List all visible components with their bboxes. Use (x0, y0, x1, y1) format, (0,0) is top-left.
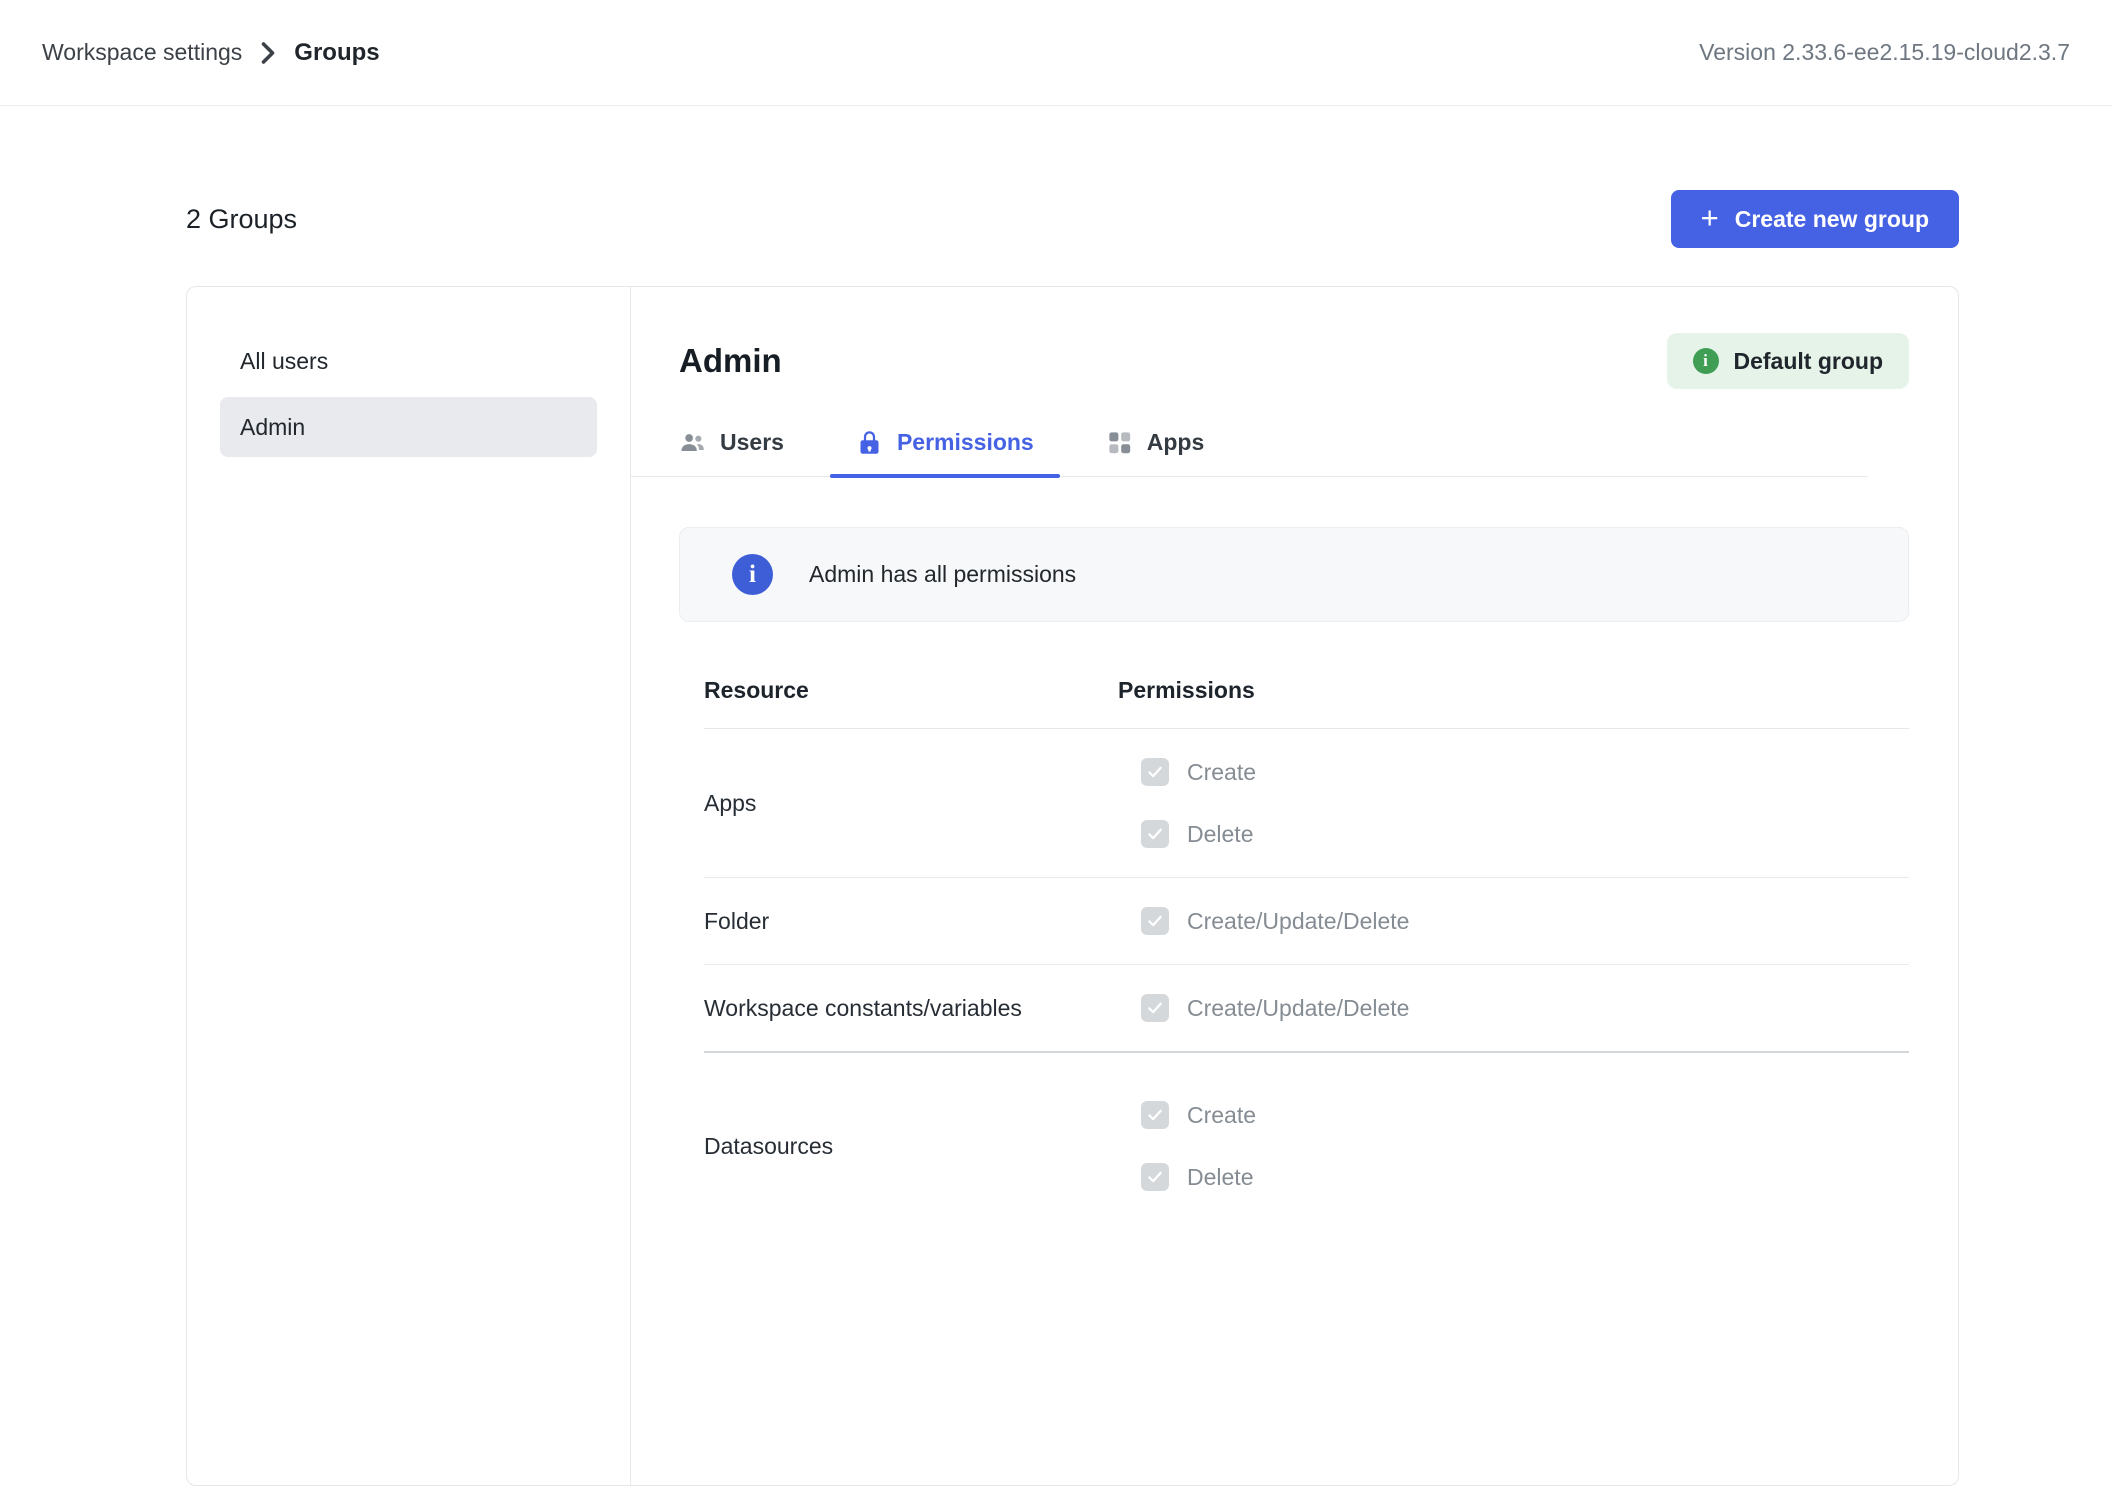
checkbox-folder-create-update-delete[interactable] (1141, 907, 1169, 935)
permissions-cell: Create Delete (1118, 1101, 1256, 1191)
permission-label: Delete (1187, 821, 1253, 848)
default-group-label: Default group (1734, 348, 1884, 375)
permission-label: Create/Update/Delete (1187, 908, 1409, 935)
permission-item: Create/Update/Delete (1141, 907, 1409, 935)
create-new-group-button[interactable]: + Create new group (1671, 190, 1959, 248)
breadcrumb-groups: Groups (294, 39, 379, 67)
apps-grid-icon (1106, 429, 1133, 456)
groups-toolbar: 2 Groups + Create new group (186, 190, 1959, 248)
breadcrumb: Workspace settings Groups (42, 39, 380, 67)
group-list-item-all-users[interactable]: All users (220, 331, 597, 391)
checkbox-datasources-delete[interactable] (1141, 1163, 1169, 1191)
permission-row-folder: Folder Create/Update/Delete (704, 878, 1909, 965)
group-list: All usersAdmin (187, 287, 631, 1485)
alert-text: Admin has all permissions (809, 561, 1076, 588)
tab-users[interactable]: Users (653, 429, 810, 476)
permission-label: Create (1187, 759, 1256, 786)
permission-row-workspace-constants-variables: Workspace constants/variables Create/Upda… (704, 965, 1909, 1053)
create-new-group-label: Create new group (1735, 206, 1929, 233)
resource-label: Workspace constants/variables (704, 995, 1118, 1022)
table-header-row: Resource Permissions (704, 677, 1909, 729)
permissions-table: Resource Permissions Apps Create Delete Fol… (679, 677, 1909, 1239)
permissions-cell: Create/Update/Delete (1118, 994, 1409, 1022)
permissions-cell: Create/Update/Delete (1118, 907, 1409, 935)
main-content: 2 Groups + Create new group All usersAdm… (186, 190, 1959, 1486)
column-header-permissions: Permissions (1118, 677, 1255, 704)
top-header: Workspace settings Groups Version 2.33.6… (0, 0, 2112, 106)
resource-label: Datasources (704, 1133, 1118, 1160)
resource-label: Folder (704, 908, 1118, 935)
permission-row-datasources: Datasources Create Delete (704, 1053, 1909, 1239)
permissions-cell: Create Delete (1118, 758, 1256, 848)
resource-label: Apps (704, 790, 1118, 817)
permission-item: Delete (1141, 820, 1256, 848)
group-tabs: Users Permissions Apps (631, 429, 1868, 477)
checkbox-workspace-constants-variables-create-update-delete[interactable] (1141, 994, 1169, 1022)
permission-item: Create (1141, 758, 1256, 786)
plus-icon: + (1701, 202, 1719, 233)
checkbox-apps-delete[interactable] (1141, 820, 1169, 848)
group-list-item-admin[interactable]: Admin (220, 397, 597, 457)
groups-count: 2 Groups (186, 204, 297, 235)
tab-permissions[interactable]: Permissions (830, 429, 1060, 476)
permission-label: Create/Update/Delete (1187, 995, 1409, 1022)
default-group-badge: i Default group (1667, 333, 1910, 389)
tab-label: Apps (1147, 429, 1205, 456)
permission-item: Create (1141, 1101, 1256, 1129)
lock-icon (856, 429, 883, 456)
checkbox-apps-create[interactable] (1141, 758, 1169, 786)
info-icon: i (1693, 348, 1719, 374)
info-icon: i (732, 554, 773, 595)
group-detail: Admin i Default group Users Permissions Ap… (631, 287, 1958, 1485)
groups-card: All usersAdmin Admin i Default group Use… (186, 286, 1959, 1486)
permission-item: Create/Update/Delete (1141, 994, 1409, 1022)
tab-label: Users (720, 429, 784, 456)
group-detail-header: Admin i Default group (679, 333, 1909, 389)
breadcrumb-workspace-settings[interactable]: Workspace settings (42, 39, 242, 66)
chevron-right-icon (260, 41, 276, 65)
checkbox-datasources-create[interactable] (1141, 1101, 1169, 1129)
table-rows: Apps Create Delete Folder Create/Update/Dele… (704, 729, 1909, 1239)
column-header-resource: Resource (704, 677, 1118, 704)
tab-label: Permissions (897, 429, 1034, 456)
permission-label: Create (1187, 1102, 1256, 1129)
permission-item: Delete (1141, 1163, 1256, 1191)
permission-row-apps: Apps Create Delete (704, 729, 1909, 878)
users-icon (679, 429, 706, 456)
tab-apps[interactable]: Apps (1080, 429, 1231, 476)
version-text: Version 2.33.6-ee2.15.19-cloud2.3.7 (1699, 39, 2070, 66)
permission-label: Delete (1187, 1164, 1253, 1191)
permissions-alert: i Admin has all permissions (679, 527, 1909, 622)
group-title: Admin (679, 342, 782, 380)
